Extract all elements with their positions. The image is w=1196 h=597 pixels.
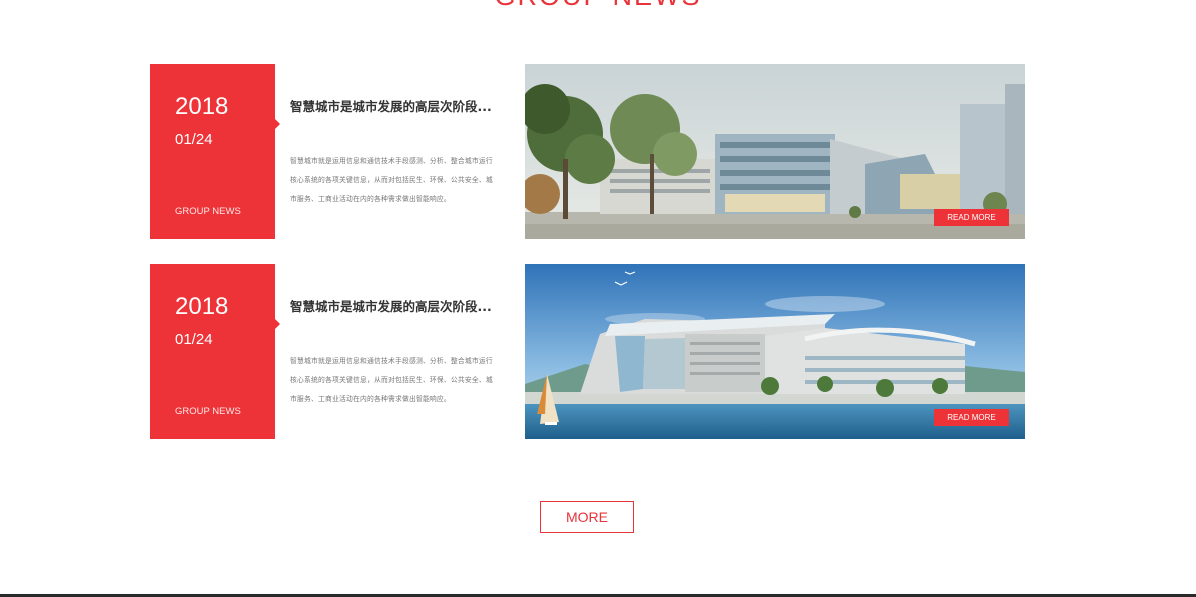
news-image[interactable]: READ MORE (525, 64, 1025, 239)
news-category: GROUP NEWS (175, 206, 241, 217)
news-item[interactable]: 2018 01/24 GROUP NEWS 智慧城市是城市发展的高层次阶段...… (150, 264, 1025, 439)
news-summary: 智慧城市就是运用信息和通信技术手段感测、分析、整合城市运行核心系统的各项关键信息… (290, 357, 493, 403)
date-block: 2018 01/24 GROUP NEWS (150, 264, 280, 439)
read-more-button[interactable]: READ MORE (934, 209, 1009, 226)
date-pointer (275, 319, 280, 329)
news-text: 智慧城市是城市发展的高层次阶段... 智慧城市就是运用信息和通信技术手段感测、分… (290, 264, 495, 439)
section-heading: GROUP NEWS (0, 0, 1196, 10)
date-month-day: 01/24 (175, 131, 213, 148)
date-year: 2018 (175, 93, 229, 120)
news-text: 智慧城市是城市发展的高层次阶段... 智慧城市就是运用信息和通信技术手段感测、分… (290, 64, 495, 239)
date-block: 2018 01/24 GROUP NEWS (150, 64, 280, 239)
news-item[interactable]: 2018 01/24 GROUP NEWS 智慧城市是城市发展的高层次阶段...… (150, 64, 1025, 239)
news-summary: 智慧城市就是运用信息和通信技术手段感测、分析、整合城市运行核心系统的各项关键信息… (290, 157, 493, 203)
news-category: GROUP NEWS (175, 406, 241, 417)
date-year: 2018 (175, 293, 229, 320)
date-month-day: 01/24 (175, 331, 213, 348)
group-news-section: GROUP NEWS 2018 01/24 GROUP NEWS 智慧城市是城市… (0, 0, 1196, 597)
date-pointer (275, 119, 280, 129)
more-button[interactable]: MORE (540, 501, 634, 533)
news-title[interactable]: 智慧城市是城市发展的高层次阶段... (290, 99, 495, 114)
news-image[interactable]: READ MORE (525, 264, 1025, 439)
news-title[interactable]: 智慧城市是城市发展的高层次阶段... (290, 299, 495, 314)
read-more-button[interactable]: READ MORE (934, 409, 1009, 426)
